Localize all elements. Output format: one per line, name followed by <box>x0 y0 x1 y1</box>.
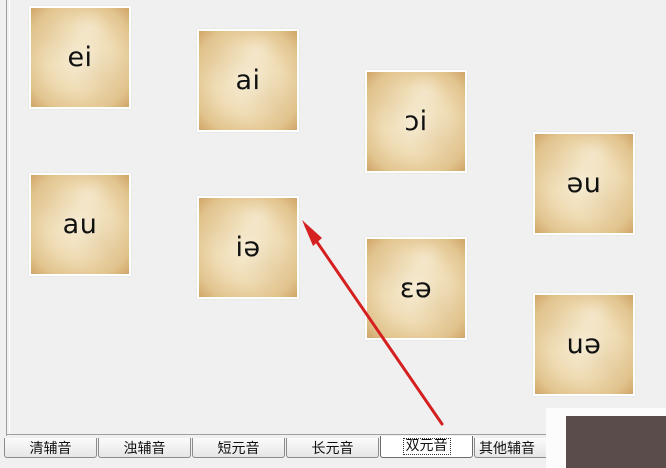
tab-label: 双元音 <box>402 438 451 455</box>
card-panel: ei ai ɔi au iə əu ɛə uə <box>0 0 666 438</box>
card-background: au <box>31 175 129 274</box>
tab-label: 长元音 <box>311 440 354 457</box>
phoneme-card-au[interactable]: au <box>29 173 131 276</box>
phoneme-label: uə <box>566 329 602 360</box>
tab-label: 清辅音 <box>29 440 72 457</box>
tab-short-vowels[interactable]: 短元音 <box>192 438 285 458</box>
phoneme-label: ei <box>67 42 93 73</box>
phoneme-card-ei[interactable]: ei <box>29 6 131 109</box>
phoneme-card-ie[interactable]: iə <box>197 196 299 299</box>
tab-label: 短元音 <box>217 440 260 457</box>
tab-label: 浊辅音 <box>123 440 166 457</box>
card-background: iə <box>199 198 297 297</box>
phoneme-card-oi[interactable]: ɔi <box>365 70 467 173</box>
tab-voiceless-consonants[interactable]: 清辅音 <box>4 438 97 458</box>
card-background: ɛə <box>367 239 465 338</box>
card-background: uə <box>535 295 633 394</box>
tab-long-vowels[interactable]: 长元音 <box>286 438 379 458</box>
phoneme-label: ai <box>235 65 261 96</box>
phoneme-card-ue[interactable]: uə <box>533 293 635 396</box>
phoneme-label: əu <box>566 168 602 199</box>
panel-left-border <box>6 0 10 436</box>
phoneme-label: au <box>62 209 98 240</box>
tab-voiced-consonants[interactable]: 浊辅音 <box>98 438 191 458</box>
card-background: əu <box>535 134 633 233</box>
phoneme-label: ɔi <box>404 106 428 137</box>
tab-label: 其他辅音 <box>479 440 535 457</box>
phoneme-card-ea[interactable]: ɛə <box>365 237 467 340</box>
card-background: ei <box>31 8 129 107</box>
tab-diphthongs[interactable]: 双元音 <box>380 436 473 458</box>
phoneme-label: iə <box>235 232 261 263</box>
card-background: ai <box>199 31 297 130</box>
card-background: ɔi <box>367 72 465 171</box>
phoneme-card-ai[interactable]: ai <box>197 29 299 132</box>
corner-dark-region <box>566 416 666 468</box>
phoneme-card-eue[interactable]: əu <box>533 132 635 235</box>
phoneme-label: ɛə <box>399 273 433 304</box>
